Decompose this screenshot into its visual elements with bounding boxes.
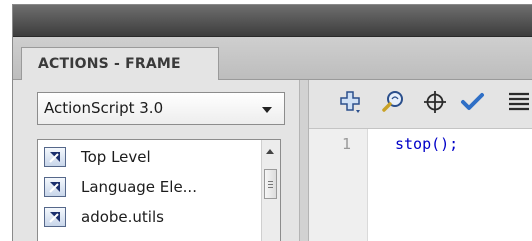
script-toolbar xyxy=(309,80,532,128)
magnifier-icon xyxy=(382,91,403,112)
scroll-up-arrow-icon[interactable] xyxy=(266,149,274,154)
auto-format-button[interactable] xyxy=(505,88,532,116)
language-select[interactable]: ActionScript 3.0 xyxy=(37,92,285,125)
actions-toolbox: Top Level Language Ele... adobe.utils xyxy=(37,139,281,241)
chevron-down-icon[interactable] xyxy=(262,107,272,113)
lines-icon xyxy=(509,92,529,111)
tab-actions-frame[interactable]: ACTIONS - FRAME xyxy=(21,47,219,80)
code-line[interactable]: stop(); xyxy=(395,135,458,153)
panel-title-bar[interactable] xyxy=(13,5,532,37)
list-item-label: Language Ele... xyxy=(81,178,197,196)
line-number: 1 xyxy=(342,135,352,153)
list-item-label: adobe.utils xyxy=(81,208,164,226)
package-icon xyxy=(44,207,66,227)
toolbox-scrollbar[interactable] xyxy=(261,140,280,241)
tab-label: ACTIONS - FRAME xyxy=(38,56,181,72)
add-statement-button[interactable] xyxy=(337,88,365,116)
list-item-adobe-utils[interactable]: adobe.utils xyxy=(38,204,253,232)
actions-panel-window: ACTIONS - FRAME ActionScript 3.0 Top Lev… xyxy=(12,4,532,241)
find-button[interactable] xyxy=(379,88,407,116)
language-select-value: ActionScript 3.0 xyxy=(44,99,164,117)
package-icon xyxy=(44,147,66,167)
panel-splitter[interactable] xyxy=(299,80,309,241)
scrollbar-thumb[interactable] xyxy=(264,169,277,199)
insert-target-path-button[interactable] xyxy=(421,88,449,116)
package-icon xyxy=(44,177,66,197)
tab-strip: ACTIONS - FRAME xyxy=(13,37,532,80)
panel-content: ActionScript 3.0 Top Level Language Ele.… xyxy=(13,80,532,241)
check-syntax-button[interactable] xyxy=(459,88,487,116)
script-editor[interactable]: 1 stop(); xyxy=(309,128,532,241)
list-item-top-level[interactable]: Top Level xyxy=(38,144,253,172)
checkmark-icon xyxy=(461,93,484,110)
line-number-gutter: 1 xyxy=(309,129,368,241)
crosshair-icon xyxy=(424,91,446,113)
list-item-label: Top Level xyxy=(81,148,151,166)
plus-icon xyxy=(340,91,360,113)
list-item-language-elements[interactable]: Language Ele... xyxy=(38,174,253,202)
